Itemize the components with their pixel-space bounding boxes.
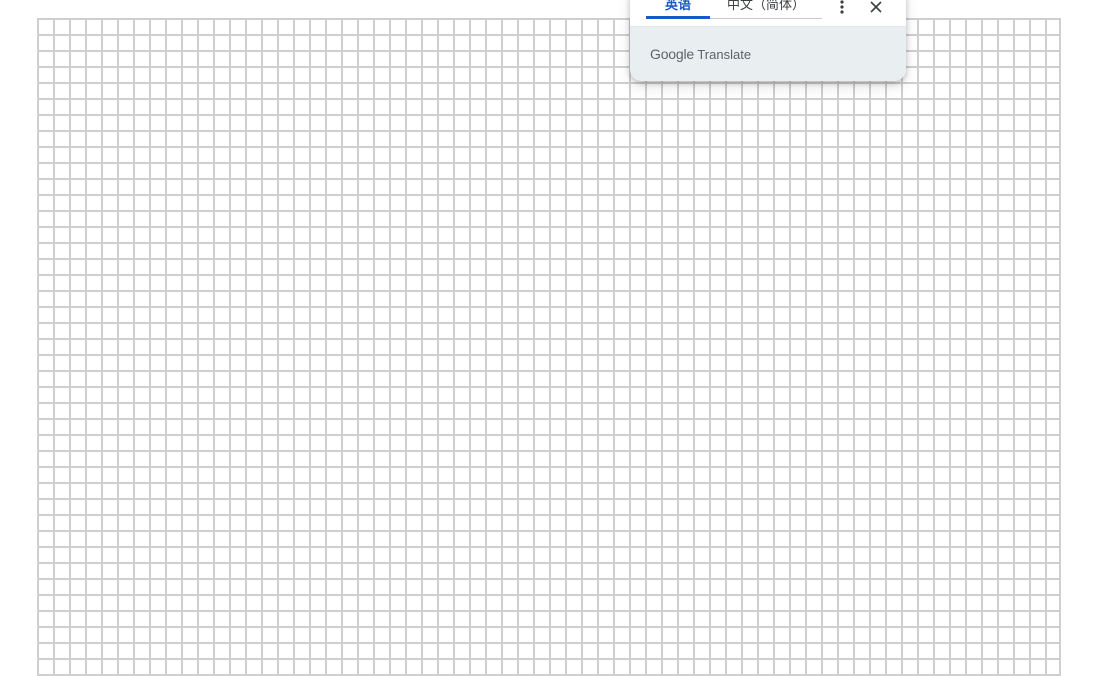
more-options-button[interactable]: [831, 0, 853, 18]
tab-target-language[interactable]: 中文（简体）: [710, 0, 822, 19]
google-translate-popup: 英语 中文（简体） Google Translate: [630, 0, 906, 81]
brand-google-text: Google: [650, 46, 694, 62]
google-translate-brand[interactable]: Google Translate: [650, 46, 751, 62]
close-icon: [870, 1, 882, 13]
page: 英语 中文（简体） Google Translate: [0, 0, 1098, 676]
more-vert-icon: [840, 0, 844, 14]
close-button[interactable]: [865, 0, 887, 18]
grid-paper-canvas: [37, 18, 1061, 676]
translate-popup-header: 英语 中文（简体）: [630, 0, 906, 27]
brand-translate-text: Translate: [697, 47, 752, 62]
translate-popup-footer: Google Translate: [630, 27, 906, 81]
tab-source-language[interactable]: 英语: [646, 0, 710, 19]
